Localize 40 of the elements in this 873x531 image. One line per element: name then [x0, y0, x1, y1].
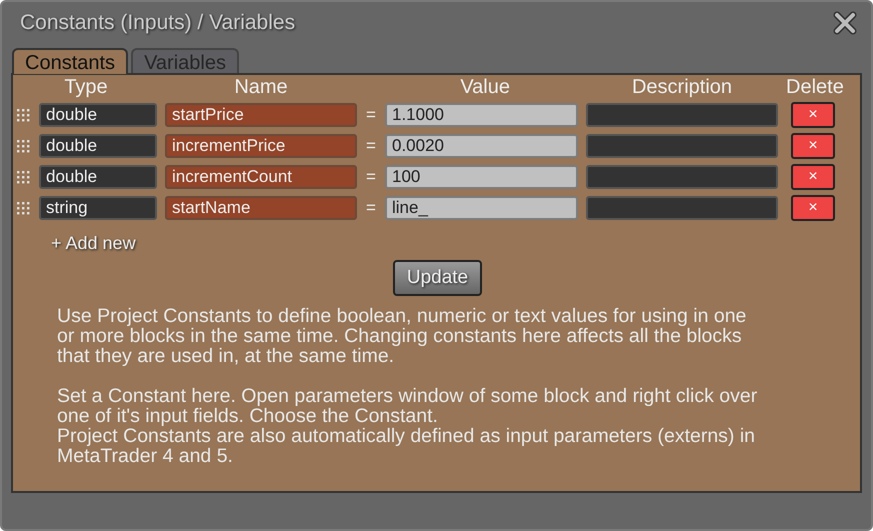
name-field[interactable]: startPrice	[165, 103, 357, 127]
drag-handle-icon[interactable]	[15, 170, 31, 184]
delete-button[interactable]: ×	[791, 133, 835, 159]
type-field[interactable]: double	[39, 165, 157, 189]
value-field[interactable]: 0.0020	[385, 134, 578, 158]
name-field[interactable]: incrementCount	[165, 165, 357, 189]
drag-handle-icon[interactable]	[15, 139, 31, 153]
equals-sign: =	[365, 105, 377, 125]
value-field[interactable]: 100	[385, 165, 578, 189]
value-field[interactable]: line_	[385, 196, 578, 220]
equals-sign: =	[365, 167, 377, 187]
delete-button[interactable]: ×	[791, 195, 835, 221]
drag-handle-icon[interactable]	[15, 201, 31, 215]
name-field[interactable]: incrementPrice	[165, 134, 357, 158]
help-text: Use Project Constants to define boolean, numeric or text values for using in one or more blocks in the same time. Changing constants here affects all the blocks that they are used in, at the same time.	[57, 306, 748, 366]
type-field[interactable]: double	[39, 134, 157, 158]
window-title: Constants (Inputs) / Variables	[20, 11, 296, 35]
column-header: Value	[459, 77, 511, 97]
description-field[interactable]	[586, 165, 778, 189]
type-field[interactable]: string	[39, 196, 157, 220]
help-text: Set a Constant here. Open parameters window of some block and right click over one of it's input fields. Choose the Constant.	[57, 386, 758, 426]
description-field[interactable]	[586, 103, 778, 127]
update-button[interactable]: Update	[392, 260, 482, 296]
description-field[interactable]	[586, 134, 778, 158]
delete-button[interactable]: ×	[791, 164, 835, 190]
add-new-link[interactable]: + Add new	[51, 233, 136, 254]
drag-handle-icon[interactable]	[15, 108, 31, 122]
delete-button[interactable]: ×	[791, 102, 835, 128]
name-field[interactable]: startName	[165, 196, 357, 220]
close-icon[interactable]	[832, 10, 858, 36]
equals-sign: =	[365, 198, 377, 218]
help-text: Project Constants are also automatically defined as input parameters (externs) in MetaTrader 4 and 5.	[57, 426, 756, 466]
value-field[interactable]: 1.1000	[385, 103, 578, 127]
description-field[interactable]	[586, 196, 778, 220]
equals-sign: =	[365, 136, 377, 156]
column-header: Description	[630, 77, 734, 97]
column-header: Type	[63, 77, 109, 97]
tab[interactable]: Constants	[12, 48, 128, 74]
column-header: Name	[233, 77, 289, 97]
type-field[interactable]: double	[39, 103, 157, 127]
